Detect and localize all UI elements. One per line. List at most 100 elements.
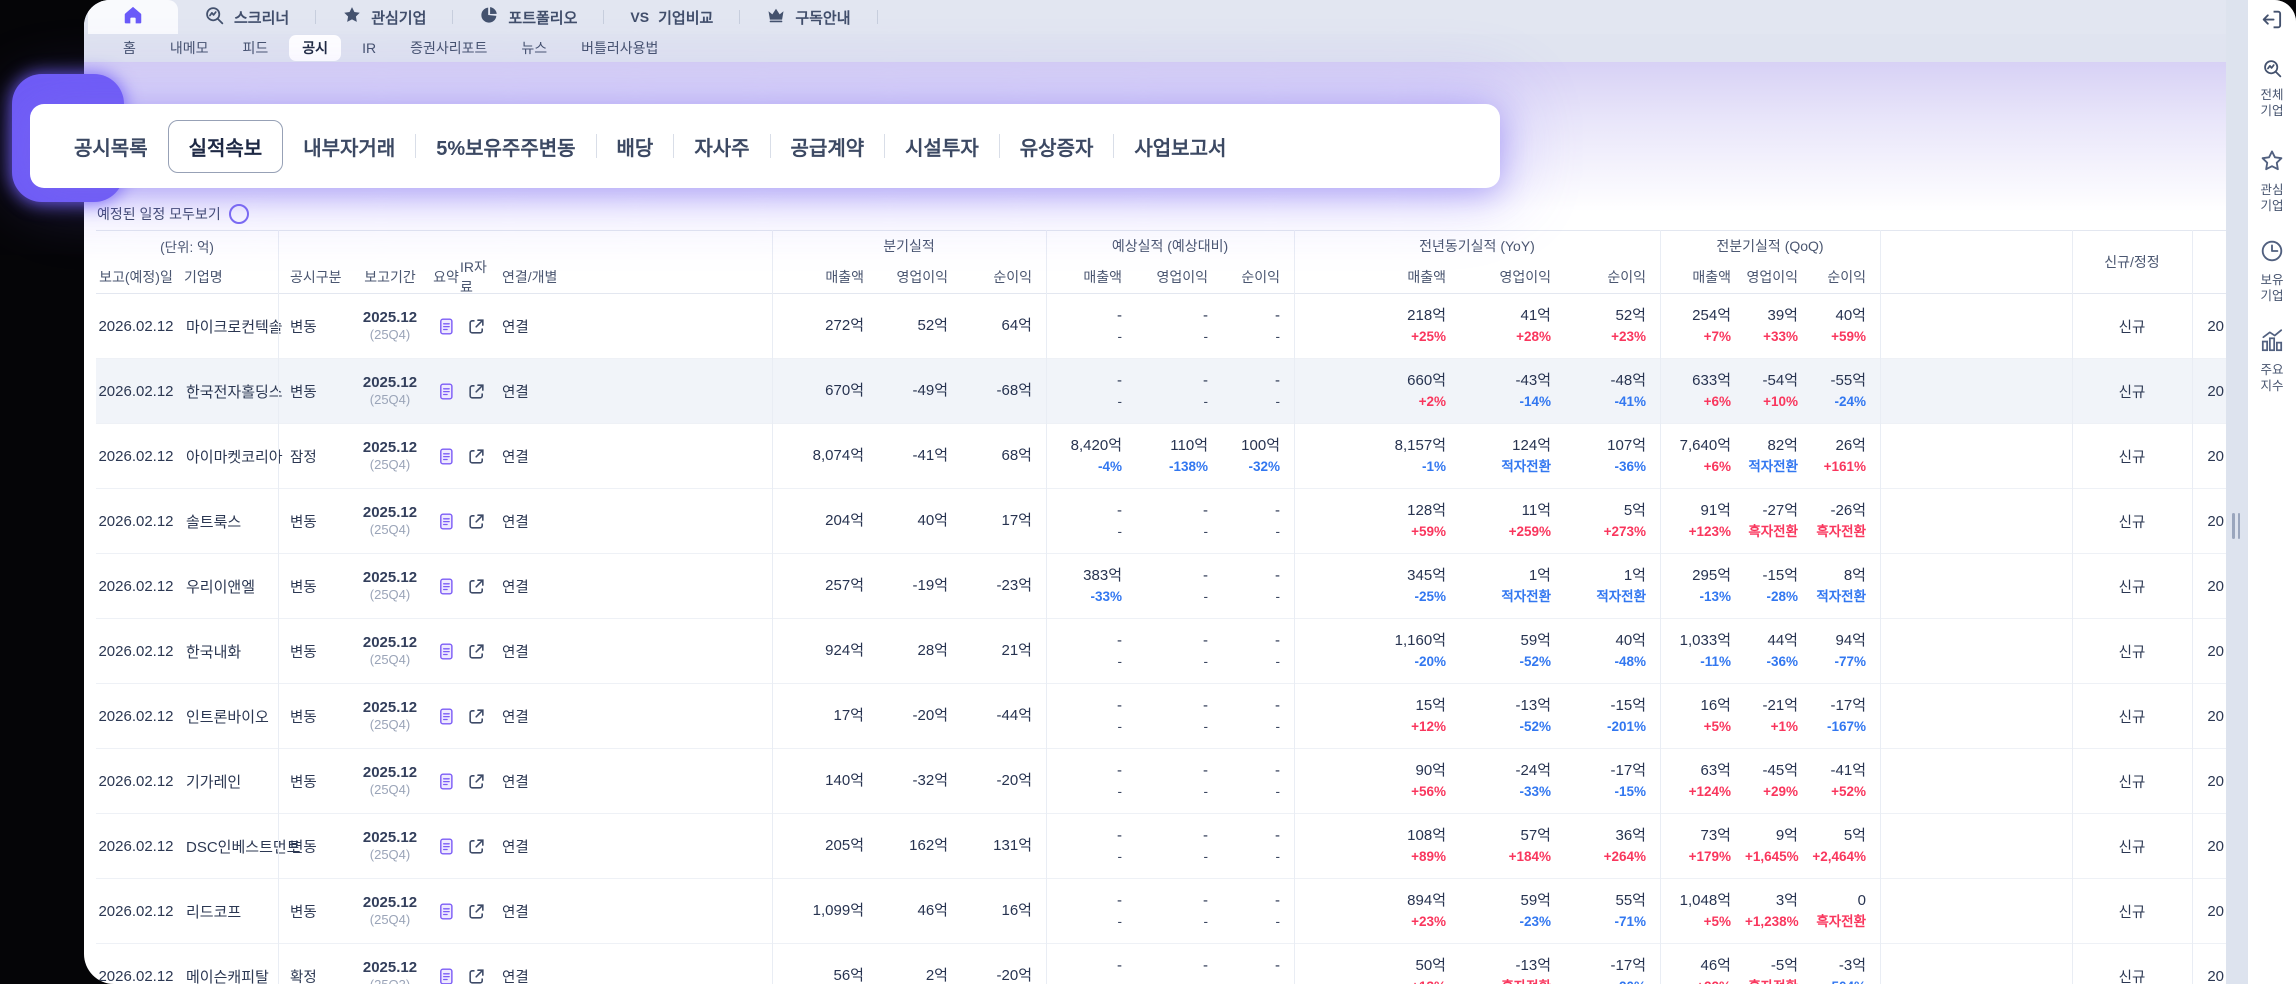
ir-external-link-icon[interactable] [460, 447, 492, 466]
disclosure-tab-공급계약[interactable]: 공급계약 [771, 132, 885, 161]
top-nav-item[interactable]: VS기업비교 [604, 0, 739, 34]
company-name[interactable]: 기가레인 [176, 771, 278, 792]
metric-cell: -41억+52% [1812, 760, 1880, 801]
column-divider [1046, 230, 1047, 984]
resize-grip[interactable] [2232, 513, 2242, 539]
metric-cell: 9억+1,645% [1745, 825, 1812, 866]
top-nav-item[interactable]: 관심기업 [316, 0, 452, 34]
home-tab[interactable] [88, 0, 178, 34]
screener-icon [204, 5, 225, 30]
company-name[interactable]: 마이크로컨텍솔 [176, 316, 278, 337]
company-name[interactable]: 인트론바이오 [176, 706, 278, 727]
col-metric: 순이익 [1812, 261, 1880, 293]
metric-cell: -44억 [962, 705, 1046, 727]
scheduled-toggle[interactable]: 예정된 일정 모두보기 [97, 204, 249, 224]
sub-nav-item-피드[interactable]: 피드 [230, 35, 282, 61]
sub-nav-item-내메모[interactable]: 내메모 [157, 35, 222, 61]
summary-doc-icon[interactable] [432, 902, 460, 921]
ir-external-link-icon[interactable] [460, 642, 492, 661]
metric-cell: 204억 [772, 510, 878, 532]
company-name[interactable]: 솔트룩스 [176, 511, 278, 532]
table-row[interactable]: 2026.02.12인트론바이오변동2025.12(25Q4)연결17억-20억… [96, 684, 2232, 749]
ir-external-link-icon[interactable] [460, 837, 492, 856]
collapse-panel-icon[interactable] [2260, 7, 2285, 37]
company-name[interactable]: 한국내화 [176, 641, 278, 662]
ir-external-link-icon[interactable] [460, 902, 492, 921]
top-nav: 스크리너관심기업포트폴리오VS기업비교구독안내 [84, 0, 2226, 34]
sidebar-item-주요지수[interactable]: 주요지수 [2248, 328, 2296, 395]
disclosure-tab-사업보고서[interactable]: 사업보고서 [1114, 132, 1246, 161]
top-nav-item[interactable]: 구독안내 [740, 0, 876, 34]
sidebar-item-보유기업[interactable]: 보유기업 [2248, 238, 2296, 305]
metric-cell: -- [1222, 695, 1294, 736]
disclosure-tab-자사주[interactable]: 자사주 [674, 132, 769, 161]
disclosure-tab-실적속보[interactable]: 실적속보 [168, 120, 284, 173]
metric-cell: 94억-77% [1812, 630, 1880, 671]
company-name[interactable]: 우리이앤엘 [176, 576, 278, 597]
table-row[interactable]: 2026.02.12기가레인변동2025.12(25Q4)연결140억-32억-… [96, 749, 2232, 814]
sub-nav-item-공시[interactable]: 공시 [289, 35, 341, 61]
col-status: 신규/정정 [2072, 231, 2192, 293]
summary-doc-icon[interactable] [432, 772, 460, 791]
top-nav-item[interactable]: 포트폴리오 [453, 0, 603, 34]
summary-doc-icon[interactable] [432, 577, 460, 596]
table-row[interactable]: 2026.02.12우리이앤엘변동2025.12(25Q4)연결257억-19억… [96, 554, 2232, 619]
disclosure-type: 변동 [278, 771, 348, 792]
metric-cell: 40억+59% [1812, 305, 1880, 346]
disclosure-type: 변동 [278, 511, 348, 532]
ir-external-link-icon[interactable] [460, 967, 492, 984]
ir-external-link-icon[interactable] [460, 772, 492, 791]
sub-nav-item-홈[interactable]: 홈 [110, 35, 149, 61]
status-badge: 신규 [2072, 316, 2192, 337]
summary-doc-icon[interactable] [432, 382, 460, 401]
table-row[interactable]: 2026.02.12리드코프변동2025.12(25Q4)연결1,099억46억… [96, 879, 2232, 944]
table-row[interactable]: 2026.02.12메이슨캐피탈확정2025.12(25Q3)연결56억2억-2… [96, 944, 2232, 984]
ir-external-link-icon[interactable] [460, 577, 492, 596]
disclosure-tab-배당[interactable]: 배당 [597, 132, 674, 161]
disclosure-tab-5%보유주주변동[interactable]: 5%보유주주변동 [416, 132, 595, 161]
top-nav-item[interactable]: 스크리너 [178, 0, 315, 34]
table-row[interactable]: 2026.02.12DSC인베스트먼트변동2025.12(25Q4)연결205억… [96, 814, 2232, 879]
ir-external-link-icon[interactable] [460, 707, 492, 726]
ir-external-link-icon[interactable] [460, 382, 492, 401]
col-ir: IR자료 [460, 261, 492, 293]
toggle-circle-icon[interactable] [229, 204, 249, 224]
sub-nav-item-증권사리포트[interactable]: 증권사리포트 [397, 35, 500, 61]
summary-doc-icon[interactable] [432, 642, 460, 661]
disclosure-tab-내부자거래[interactable]: 내부자거래 [283, 132, 415, 161]
table-row[interactable]: 2026.02.12아이마켓코리아잠정2025.12(25Q4)연결8,074억… [96, 424, 2232, 489]
table-row[interactable]: 2026.02.12마이크로컨텍솔변동2025.12(25Q4)연결272억52… [96, 294, 2232, 359]
sub-nav-item-버틀러사용법[interactable]: 버틀러사용법 [568, 35, 671, 61]
sidebar-item-label: 관심기업 [2248, 182, 2296, 215]
company-name[interactable]: 한국전자홀딩스 [176, 381, 278, 402]
metric-cell: -20억 [962, 770, 1046, 792]
company-name[interactable]: 아이마켓코리아 [176, 446, 278, 467]
company-name[interactable]: 리드코프 [176, 901, 278, 922]
metric-cell: -49억 [878, 380, 962, 402]
table-row[interactable]: 2026.02.12한국전자홀딩스변동2025.12(25Q4)연결670억-4… [96, 359, 2232, 424]
ir-external-link-icon[interactable] [460, 317, 492, 336]
table-row[interactable]: 2026.02.12한국내화변동2025.12(25Q4)연결924억28억21… [96, 619, 2232, 684]
summary-doc-icon[interactable] [432, 317, 460, 336]
report-period: 2025.12(25Q4) [348, 569, 432, 604]
disclosure-tab-시설투자[interactable]: 시설투자 [885, 132, 999, 161]
company-name[interactable]: 메이슨캐피탈 [176, 966, 278, 984]
table-row[interactable]: 2026.02.12솔트룩스변동2025.12(25Q4)연결204억40억17… [96, 489, 2232, 554]
summary-doc-icon[interactable] [432, 967, 460, 984]
sidebar-item-관심기업[interactable]: 관심기업 [2248, 148, 2296, 215]
metric-cell: -45억+29% [1745, 760, 1812, 801]
summary-doc-icon[interactable] [432, 512, 460, 531]
summary-doc-icon[interactable] [432, 707, 460, 726]
sidebar-item-전체기업[interactable]: 전체기업 [2248, 58, 2296, 120]
report-date: 2026.02.12 [96, 578, 176, 595]
disclosure-tab-공시목록[interactable]: 공시목록 [54, 132, 168, 161]
company-name[interactable]: DSC인베스트먼트 [176, 836, 278, 857]
disclosure-tab-유상증자[interactable]: 유상증자 [1000, 132, 1114, 161]
metric-cell: 8,420억-4% [1046, 435, 1136, 476]
ir-external-link-icon[interactable] [460, 512, 492, 531]
summary-doc-icon[interactable] [432, 447, 460, 466]
summary-doc-icon[interactable] [432, 837, 460, 856]
sub-nav-item-뉴스[interactable]: 뉴스 [508, 35, 560, 61]
nav-divider [877, 10, 878, 24]
sub-nav-item-IR[interactable]: IR [349, 37, 389, 59]
